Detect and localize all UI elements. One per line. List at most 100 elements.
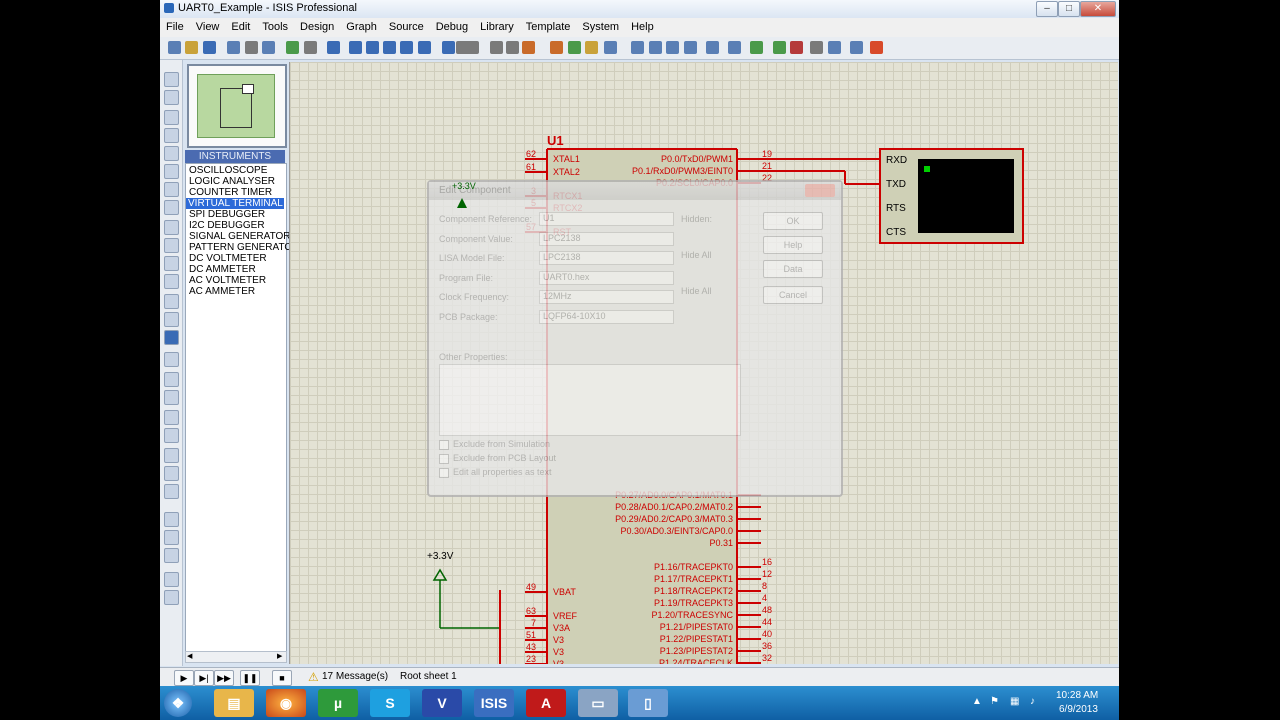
wire-label-icon[interactable] bbox=[164, 128, 179, 143]
menu-system[interactable]: System bbox=[576, 18, 625, 36]
menu-library[interactable]: Library bbox=[474, 18, 520, 36]
generator-icon[interactable] bbox=[164, 274, 179, 289]
flag-icon[interactable]: ⚑ bbox=[990, 696, 999, 707]
property-tool-icon[interactable] bbox=[728, 41, 741, 54]
notepad-icon[interactable]: ▯ bbox=[628, 689, 668, 717]
text-icon[interactable] bbox=[164, 448, 179, 463]
redo-icon[interactable] bbox=[466, 41, 479, 54]
component-mode-icon[interactable] bbox=[164, 90, 179, 105]
device-pin-icon[interactable] bbox=[164, 220, 179, 235]
graph-icon[interactable] bbox=[164, 238, 179, 253]
instrument-item[interactable]: I2C DEBUGGER bbox=[187, 220, 267, 231]
start-button[interactable]: ❖ bbox=[164, 689, 192, 717]
line-icon[interactable] bbox=[164, 352, 179, 367]
zoom-in-icon[interactable] bbox=[366, 41, 379, 54]
save-icon[interactable] bbox=[203, 41, 216, 54]
instrument-item[interactable]: SPI DEBUGGER bbox=[187, 209, 267, 220]
new-icon[interactable] bbox=[168, 41, 181, 54]
stop-button[interactable]: ■ bbox=[272, 670, 292, 686]
overview-window[interactable] bbox=[187, 64, 287, 148]
menu-view[interactable]: View bbox=[190, 18, 226, 36]
schematic-canvas[interactable]: U1 62XTAL161XTAL23RTCX15RTCX257RST49VBAT… bbox=[289, 62, 1118, 664]
play-button[interactable]: ▶ bbox=[174, 670, 194, 686]
block-move-icon[interactable] bbox=[550, 41, 563, 54]
instrument-item[interactable]: PATTERN GENERATOR bbox=[187, 242, 301, 253]
skype-icon[interactable]: S bbox=[370, 689, 410, 717]
zoom-fit-icon[interactable] bbox=[442, 41, 455, 54]
mirror-x-icon[interactable] bbox=[164, 572, 179, 587]
arc-icon[interactable] bbox=[164, 410, 179, 425]
step-button[interactable]: ▶| bbox=[194, 670, 214, 686]
menu-design[interactable]: Design bbox=[294, 18, 340, 36]
window-switch-icon[interactable]: ▭ bbox=[578, 689, 618, 717]
instrument-item[interactable]: AC VOLTMETER bbox=[187, 275, 268, 286]
import-icon[interactable] bbox=[227, 41, 240, 54]
block-copy-icon[interactable] bbox=[522, 41, 535, 54]
mirror-y-icon[interactable] bbox=[164, 590, 179, 605]
tape-icon[interactable] bbox=[164, 256, 179, 271]
remove-sheet-icon[interactable] bbox=[773, 41, 786, 54]
packaging-icon[interactable] bbox=[649, 41, 662, 54]
tray-arrow-icon[interactable]: ▲ bbox=[972, 696, 982, 707]
instrument-item[interactable]: COUNTER TIMER bbox=[187, 187, 274, 198]
open-icon[interactable] bbox=[185, 41, 198, 54]
bus-icon[interactable] bbox=[164, 164, 179, 179]
keil-icon[interactable]: V bbox=[422, 689, 462, 717]
box-icon[interactable] bbox=[164, 372, 179, 387]
search-icon[interactable] bbox=[706, 41, 719, 54]
minimize-button[interactable]: – bbox=[1036, 1, 1058, 17]
explorer-icon[interactable]: ▤ bbox=[214, 689, 254, 717]
wire-autoroute-icon[interactable] bbox=[684, 41, 697, 54]
instrument-item[interactable]: DC AMMETER bbox=[187, 264, 258, 275]
export-icon[interactable] bbox=[245, 41, 258, 54]
menu-file[interactable]: File bbox=[160, 18, 190, 36]
marker-icon[interactable] bbox=[164, 484, 179, 499]
menu-edit[interactable]: Edit bbox=[225, 18, 256, 36]
maximize-button[interactable]: □ bbox=[1058, 1, 1080, 17]
network-icon[interactable]: ▦ bbox=[1010, 696, 1019, 707]
instrument-item[interactable]: VIRTUAL TERMINAL bbox=[186, 198, 284, 209]
block-rotate-icon[interactable] bbox=[568, 41, 581, 54]
close-button[interactable]: ✕ bbox=[1080, 1, 1116, 17]
utorrent-icon[interactable]: µ bbox=[318, 689, 358, 717]
instrument-item[interactable]: LOGIC ANALYSER bbox=[187, 176, 277, 187]
zoom-area-icon[interactable] bbox=[418, 41, 431, 54]
circle-icon[interactable] bbox=[164, 390, 179, 405]
acrobat-icon[interactable]: A bbox=[526, 689, 566, 717]
instrument-item[interactable]: SIGNAL GENERATOR bbox=[187, 231, 293, 242]
probe-voltage-icon[interactable] bbox=[164, 294, 179, 309]
pick-device-icon[interactable] bbox=[604, 41, 617, 54]
instrument-item[interactable]: AC AMMETER bbox=[187, 286, 257, 297]
zoom-out-icon[interactable] bbox=[383, 41, 396, 54]
menu-debug[interactable]: Debug bbox=[430, 18, 474, 36]
subcircuit-icon[interactable] bbox=[164, 182, 179, 197]
menu-source[interactable]: Source bbox=[383, 18, 430, 36]
grid-icon[interactable] bbox=[304, 41, 317, 54]
pause-button[interactable]: ❚❚ bbox=[240, 670, 260, 686]
cut-icon[interactable] bbox=[490, 41, 503, 54]
clock-date[interactable]: 6/9/2013 bbox=[1059, 704, 1098, 715]
rotate-ccw-icon[interactable] bbox=[164, 530, 179, 545]
pan-icon[interactable] bbox=[349, 41, 362, 54]
terminal-icon[interactable] bbox=[164, 200, 179, 215]
print-icon[interactable] bbox=[262, 41, 275, 54]
decompose-icon[interactable] bbox=[666, 41, 679, 54]
scroll-right-icon[interactable]: ▶ bbox=[277, 653, 285, 661]
block-delete-icon[interactable] bbox=[585, 41, 598, 54]
messages-count[interactable]: 17 Message(s) bbox=[322, 671, 388, 682]
zoom-child-icon[interactable] bbox=[790, 41, 803, 54]
rotate-cw-icon[interactable] bbox=[164, 512, 179, 527]
angle-field-icon[interactable] bbox=[164, 548, 179, 563]
probe-current-icon[interactable] bbox=[164, 312, 179, 327]
netlist-icon[interactable] bbox=[810, 41, 823, 54]
menu-tools[interactable]: Tools bbox=[256, 18, 294, 36]
copy-icon[interactable] bbox=[506, 41, 519, 54]
firefox-icon[interactable]: ◉ bbox=[266, 689, 306, 717]
instrument-item[interactable]: OSCILLOSCOPE bbox=[187, 165, 269, 176]
erc-icon[interactable] bbox=[850, 41, 863, 54]
instruments-scrollbar[interactable]: ◀ ▶ bbox=[185, 651, 287, 663]
clock-time[interactable]: 10:28 AM bbox=[1056, 690, 1098, 701]
origin-icon[interactable] bbox=[327, 41, 340, 54]
text-script-icon[interactable] bbox=[164, 146, 179, 161]
isis-taskbar-icon[interactable]: ISIS bbox=[474, 689, 514, 717]
